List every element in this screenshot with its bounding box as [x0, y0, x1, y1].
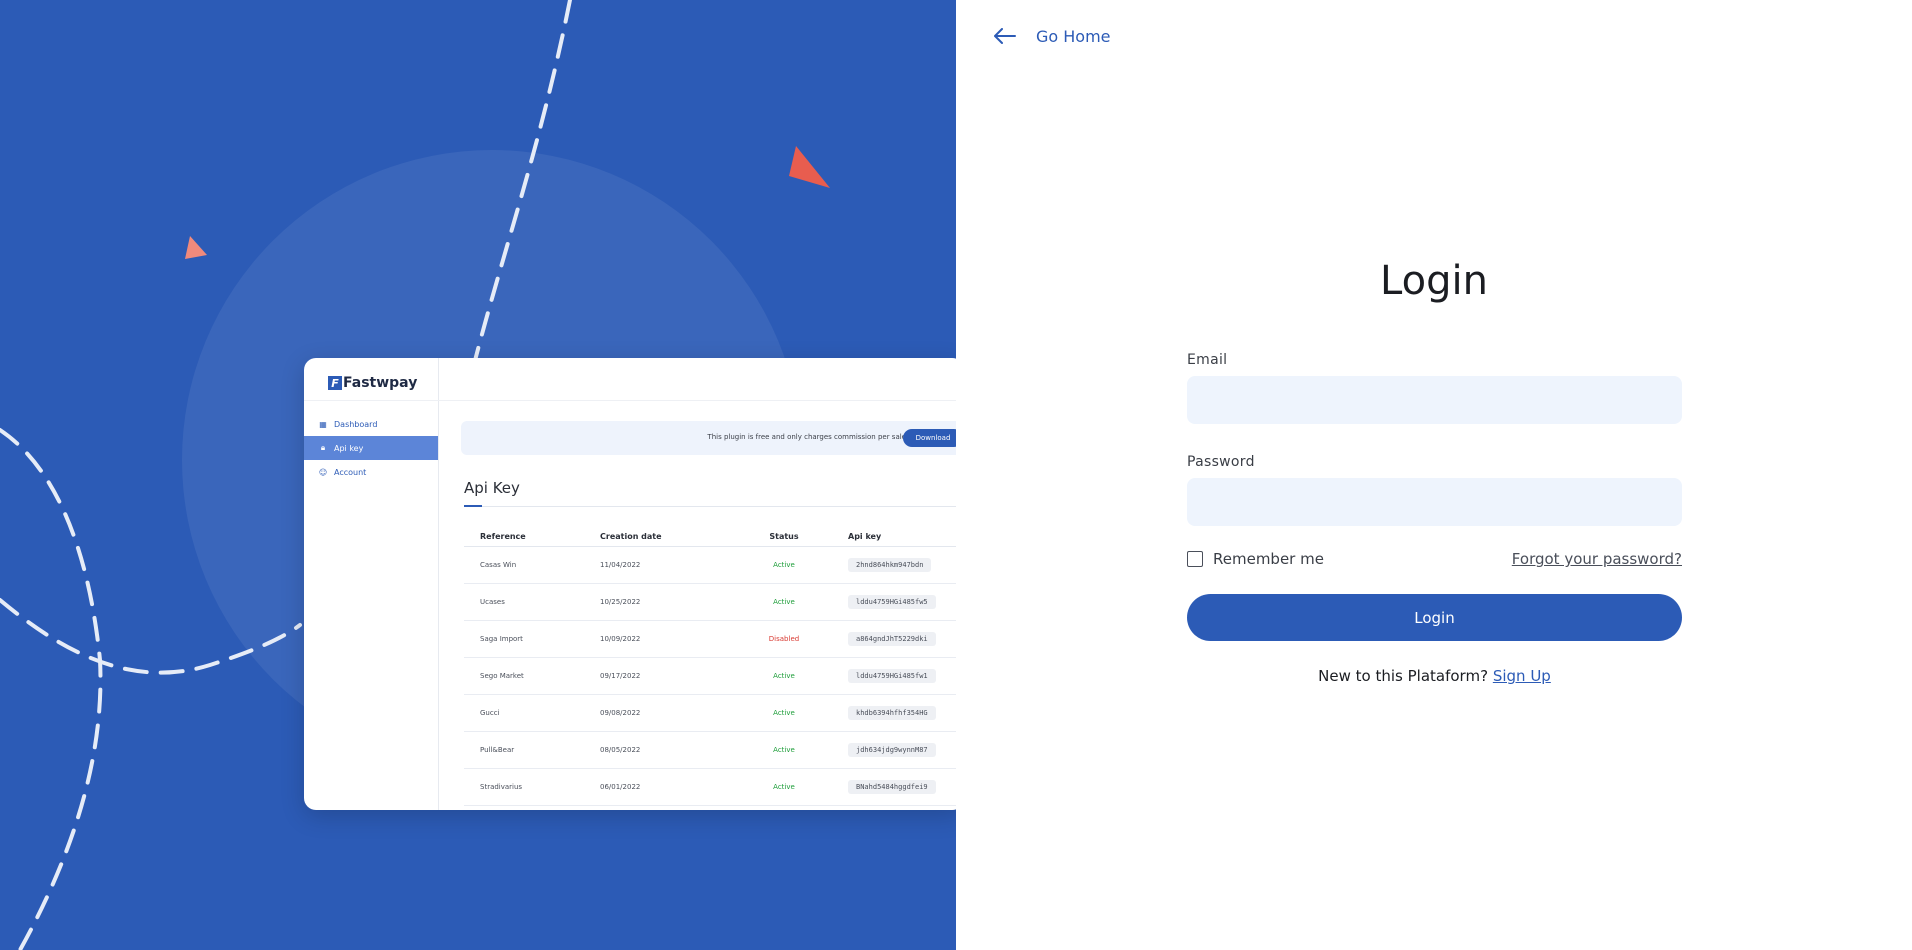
status-cell: Active — [773, 672, 795, 680]
api-key-cell: 2hnd864hkm947bdn — [840, 558, 956, 572]
remember-me-checkbox[interactable] — [1187, 551, 1203, 567]
reference-cell: Stradivarius — [480, 783, 523, 791]
table-row: Saga Import 10/09/2022 Disabled a864gndJhT5… — [464, 621, 956, 658]
reference-cell: Pull&Bear — [480, 746, 515, 754]
hero-panel: F Fastwpay ▦ Dashboard 🔒︎ Api key ☺ Acco… — [0, 0, 956, 950]
status-cell: Active — [773, 746, 795, 754]
signup-row: New to this Plataform? Sign Up — [1187, 667, 1682, 685]
reference-cell: Ucases — [480, 598, 505, 606]
preview-nav-label: Account — [334, 467, 367, 477]
triangle-shape-small — [185, 236, 207, 259]
table-row: Sego Market 09/17/2022 Active lddu4759HGi48… — [464, 658, 956, 695]
status-cell: Active — [773, 783, 795, 791]
column-header: Status — [769, 531, 799, 541]
preview-title-divider — [464, 506, 956, 507]
api-key-cell: lddu4759HGi485fw5 — [840, 595, 956, 609]
reference-cell: Saga Import — [480, 635, 523, 643]
date-cell: 09/08/2022 — [600, 709, 641, 717]
table-row: Stradivarius 06/01/2022 Active BNahd5484hgg… — [464, 769, 956, 806]
api-key-cell: jdh634jdg9wynnM87 — [840, 743, 956, 757]
api-key-cell: a864gndJhT5229dki — [840, 632, 956, 646]
dashboard-preview: F Fastwpay ▦ Dashboard 🔒︎ Api key ☺ Acco… — [304, 358, 956, 810]
remember-me[interactable]: Remember me — [1187, 550, 1324, 568]
go-home-link[interactable]: Go Home — [994, 22, 1111, 50]
reference-cell: Sego Market — [480, 672, 524, 680]
preview-title-accent — [464, 505, 482, 507]
api-key-cell: lddu4759HGi485fw1 — [840, 669, 956, 683]
preview-banner-text: This plugin is free and only charges com… — [707, 433, 906, 441]
preview-table: Reference Creation date Status Api key C… — [464, 526, 956, 806]
date-cell: 11/04/2022 — [600, 561, 641, 569]
preview-banner: This plugin is free and only charges com… — [461, 421, 956, 455]
login-button[interactable]: Login — [1187, 594, 1682, 641]
triangle-shape-large — [789, 146, 830, 188]
preview-download-button: Download — [903, 429, 956, 447]
api-key-value: BNahd5484hggdfei9 — [848, 780, 936, 794]
api-key-value: a864gndJhT5229dki — [848, 632, 936, 646]
preview-nav-api-key: 🔒︎ Api key — [304, 436, 438, 460]
preview-nav-label: Dashboard — [334, 419, 378, 429]
login-panel: Go Home Login Email Password Remember me… — [956, 0, 1912, 950]
sign-up-link[interactable]: Sign Up — [1493, 667, 1551, 685]
page-title: Login — [1380, 258, 1488, 304]
column-header: Creation date — [600, 531, 662, 541]
email-field[interactable] — [1187, 376, 1682, 424]
reference-cell: Casas Win — [480, 561, 517, 569]
email-label: Email — [1187, 352, 1228, 368]
remember-me-label: Remember me — [1213, 550, 1324, 568]
login-form: Email Password Remember me Forgot your p… — [1187, 352, 1682, 685]
dashboard-icon: ▦ — [319, 419, 327, 429]
api-key-cell: khdb6394hfhf354HG — [840, 706, 956, 720]
status-cell: Active — [773, 598, 795, 606]
logo-mark-icon: F — [328, 376, 342, 390]
preview-nav: ▦ Dashboard 🔒︎ Api key ☺ Account — [304, 412, 438, 484]
api-key-value: jdh634jdg9wynnM87 — [848, 743, 936, 757]
api-key-value: 2hnd864hkm947bdn — [848, 558, 932, 572]
api-key-value: lddu4759HGi485fw5 — [848, 595, 936, 609]
preview-nav-account: ☺ Account — [304, 460, 438, 484]
password-field[interactable] — [1187, 478, 1682, 526]
table-row: Pull&Bear 08/05/2022 Active jdh634jdg9wynnM… — [464, 732, 956, 769]
reference-cell: Gucci — [480, 709, 500, 717]
status-cell: Active — [773, 709, 795, 717]
forgot-password-link[interactable]: Forgot your password? — [1512, 550, 1682, 568]
signup-prompt: New to this Plataform? — [1318, 667, 1489, 685]
arrow-left-icon — [994, 28, 1016, 44]
go-home-label: Go Home — [1036, 26, 1111, 46]
date-cell: 10/09/2022 — [600, 635, 641, 643]
status-cell: Disabled — [768, 635, 800, 643]
table-body: Casas Win 11/04/2022 Active 2hnd864hkm947bd… — [464, 547, 956, 806]
preview-nav-label: Api key — [334, 443, 364, 453]
api-key-value: lddu4759HGi485fw1 — [848, 669, 936, 683]
login-options: Remember me Forgot your password? — [1187, 549, 1682, 569]
table-row: Casas Win 11/04/2022 Active 2hnd864hkm947bd… — [464, 547, 956, 584]
table-row: Gucci 09/08/2022 Active khdb6394hfhf354HG — [464, 695, 956, 732]
preview-section-title: Api Key — [464, 479, 520, 497]
date-cell: 10/25/2022 — [600, 598, 641, 606]
preview-logo-text: Fastwpay — [343, 375, 418, 391]
status-cell: Active — [773, 561, 795, 569]
date-cell: 09/17/2022 — [600, 672, 641, 680]
column-header: Reference — [480, 531, 526, 541]
preview-nav-dashboard: ▦ Dashboard — [304, 412, 438, 436]
table-header: Reference Creation date Status Api key — [464, 526, 956, 547]
user-icon: ☺ — [318, 467, 328, 477]
date-cell: 08/05/2022 — [600, 746, 641, 754]
preview-logo: F Fastwpay — [328, 372, 417, 394]
column-header: Api key — [848, 531, 882, 541]
table-row: Ucases 10/25/2022 Active lddu4759HGi485fw5 — [464, 584, 956, 621]
preview-divider — [304, 400, 956, 401]
lock-icon: 🔒︎ — [320, 443, 326, 452]
api-key-value: khdb6394hfhf354HG — [848, 706, 936, 720]
password-label: Password — [1187, 454, 1255, 470]
api-key-cell: BNahd5484hggdfei9 — [840, 780, 956, 794]
date-cell: 06/01/2022 — [600, 783, 641, 791]
